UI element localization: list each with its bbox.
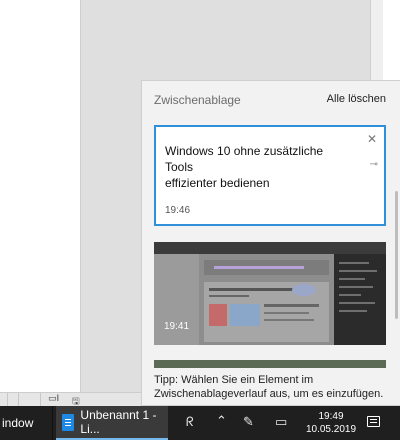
flyout-title: Zwischenablage	[154, 93, 241, 107]
taskbar-item-window[interactable]: indow	[0, 406, 53, 440]
flyout-scrollbar[interactable]	[395, 191, 398, 319]
clipboard-item-time: 19:41	[164, 321, 190, 332]
writer-doc-icon	[62, 413, 75, 431]
clipboard-item-text: Windows 10 ohne zusätzliche Tools effizi…	[165, 144, 324, 190]
taskbar-clock[interactable]: 19:49 10.05.2019	[305, 406, 357, 440]
chevron-up-icon[interactable]: ⌃	[216, 414, 227, 429]
pin-icon[interactable]: ⊸	[370, 159, 378, 170]
clock-time: 19:49	[318, 411, 344, 422]
close-icon[interactable]: ✕	[367, 132, 377, 146]
selection-mode-icon[interactable]: ▭I	[48, 394, 59, 404]
taskbar-item-unbenannt[interactable]: Unbenannt 1 - Li...	[56, 406, 168, 440]
clipboard-item-time: 19:46	[165, 205, 191, 216]
clipboard-item-image[interactable]	[154, 360, 386, 368]
clipboard-item-image[interactable]: 19:41	[154, 242, 386, 345]
status-divider	[18, 393, 19, 407]
status-divider	[40, 393, 41, 407]
notification-icon[interactable]	[367, 416, 380, 427]
taskbar: indow Unbenannt 1 - Li... ᖇ ⌃ ✎ ▭ 19:49 …	[0, 406, 400, 440]
taskbar-item-label: Unbenannt 1 - Li...	[80, 408, 157, 436]
tablet-icon[interactable]: ▭	[275, 415, 287, 430]
status-divider	[7, 393, 8, 407]
pen-icon[interactable]: ✎	[243, 415, 254, 430]
document-page[interactable]	[0, 0, 80, 392]
taskbar-item-label: indow	[2, 416, 34, 430]
people-icon[interactable]: ᖇ	[186, 415, 194, 430]
clear-all-button[interactable]: Alle löschen	[327, 93, 386, 105]
clipboard-flyout: Zwischenablage Alle löschen Windows 10 o…	[141, 80, 400, 406]
clipboard-item[interactable]: Windows 10 ohne zusätzliche Tools effizi…	[154, 125, 386, 226]
flyout-tip: Tipp: Wählen Sie ein Element im Zwischen…	[154, 374, 384, 400]
clock-date: 10.05.2019	[305, 424, 357, 435]
